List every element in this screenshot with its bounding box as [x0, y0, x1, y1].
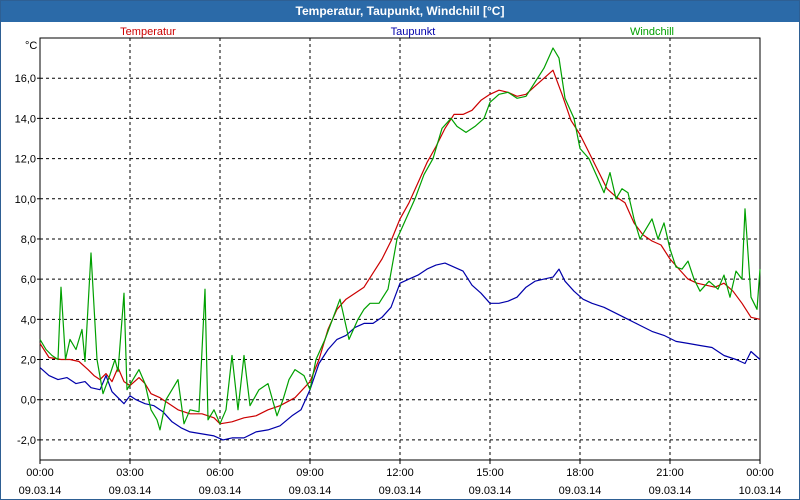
legend-temperatur: Temperatur [120, 26, 176, 38]
x-tick-label-date: 10.03.14 [739, 485, 782, 497]
x-tick-label-time: 03:00 [116, 467, 144, 479]
x-tick-label-date: 09.03.14 [109, 485, 152, 497]
x-tick-label-time: 15:00 [476, 467, 504, 479]
x-tick-label-time: 12:00 [386, 467, 414, 479]
legend-windchill: Windchill [630, 26, 674, 38]
y-axis-label: °C [25, 40, 37, 52]
y-tick-label: 10,0 [15, 194, 36, 206]
x-tick-label-date: 09.03.14 [469, 485, 512, 497]
x-tick-label-date: 09.03.14 [199, 485, 242, 497]
x-tick-label-time: 00:00 [26, 467, 54, 479]
legend-taupunkt: Taupunkt [391, 26, 436, 38]
x-tick-label-date: 09.03.14 [649, 485, 692, 497]
x-tick-label-time: 21:00 [656, 467, 684, 479]
x-tick-label-time: 18:00 [566, 467, 594, 479]
x-tick-label-date: 09.03.14 [559, 485, 602, 497]
y-tick-label: 14,0 [15, 113, 36, 125]
x-tick-label-date: 09.03.14 [379, 485, 422, 497]
x-tick-label-time: 06:00 [206, 467, 234, 479]
chart-canvas: -2,0 0,0 2,0 4,0 6,0 8,0 10,0 12,0 14,0 16,0 °C 00:… [15, 26, 782, 497]
y-tick-label: 8,0 [21, 234, 36, 246]
y-tick-label: 16,0 [15, 73, 36, 85]
x-tick-label-date: 09.03.14 [19, 485, 62, 497]
x-tick-label-time: 09:00 [296, 467, 324, 479]
y-tick-label: 2,0 [21, 355, 36, 367]
y-tick-label: 12,0 [15, 154, 36, 166]
y-tick-label: 6,0 [21, 274, 36, 286]
y-tick-label: 4,0 [21, 314, 36, 326]
y-tick-label: -2,0 [17, 435, 36, 447]
x-tick-label-time: 00:00 [746, 467, 774, 479]
y-tick-label: 0,0 [21, 395, 36, 407]
x-tick-label-date: 09.03.14 [289, 485, 332, 497]
